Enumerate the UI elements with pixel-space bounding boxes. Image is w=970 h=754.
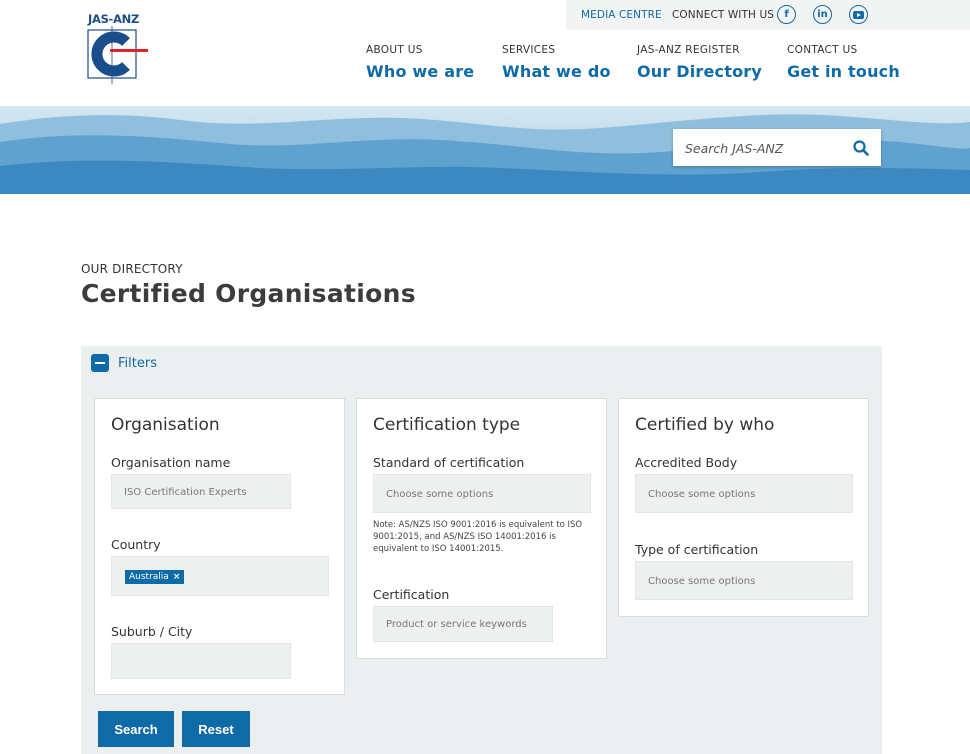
organisation-heading: Organisation [111, 415, 220, 435]
page-title: Certified Organisations [81, 279, 416, 308]
suburb-input[interactable] [111, 643, 291, 679]
facebook-glyph: f [784, 9, 789, 20]
suburb-label: Suburb / City [111, 624, 193, 639]
nav-big-label: Our Directory [637, 62, 763, 81]
reset-button[interactable]: Reset [182, 711, 250, 747]
remove-chip-icon[interactable]: × [173, 572, 181, 582]
nav-small-label: SERVICES [502, 44, 556, 56]
search-placeholder: Search JAS-ANZ [685, 141, 784, 156]
connect-with-us-label: CONNECT WITH US [672, 9, 774, 21]
youtube-play-icon [853, 10, 864, 19]
certification-placeholder: Product or service keywords [386, 619, 527, 630]
equivalence-note: Note: AS/NZS ISO 9001:2016 is equivalent… [373, 520, 583, 554]
linkedin-glyph: in [817, 9, 828, 20]
organisation-name-label: Organisation name [111, 455, 231, 470]
type-of-certification-label: Type of certification [635, 542, 759, 557]
utility-bar: MEDIA CENTRE CONNECT WITH US f in [566, 0, 970, 30]
filters-panel: Filters Organisation Organisation name I… [81, 346, 882, 754]
organisation-name-placeholder: ISO Certification Experts [124, 487, 247, 498]
type-of-certification-select[interactable]: Choose some options [635, 561, 853, 600]
nav-our-directory[interactable]: JAS-ANZ REGISTER Our Directory [637, 44, 762, 81]
standard-label: Standard of certification [373, 455, 525, 470]
certification-input[interactable]: Product or service keywords [373, 606, 553, 642]
country-select[interactable]: Australia × [111, 556, 329, 596]
collapse-minus-icon[interactable] [91, 354, 109, 372]
accredited-body-placeholder: Choose some options [648, 489, 756, 500]
nav-big-label: Get in touch [787, 62, 900, 81]
media-centre-link[interactable]: MEDIA CENTRE [581, 9, 662, 21]
organisation-card: Organisation Organisation name ISO Certi… [94, 398, 345, 695]
standard-select[interactable]: Choose some options [373, 474, 591, 513]
logo-text: JAS-ANZ [88, 12, 139, 26]
certified-by-card: Certified by who Accredited Body Choose … [618, 398, 869, 617]
site-search-input[interactable]: Search JAS-ANZ [673, 129, 881, 166]
nav-big-label: Who we are [366, 62, 475, 81]
page-eyebrow: OUR DIRECTORY [81, 262, 183, 276]
youtube-icon[interactable] [849, 5, 868, 24]
nav-small-label: ABOUT US [366, 44, 423, 56]
nav-what-we-do[interactable]: SERVICES What we do [502, 44, 611, 81]
nav-who-we-are[interactable]: ABOUT US Who we are [366, 44, 474, 81]
organisation-name-input[interactable]: ISO Certification Experts [111, 474, 291, 509]
country-label: Country [111, 537, 161, 552]
facebook-icon[interactable]: f [777, 5, 796, 24]
search-button[interactable]: Search [98, 711, 174, 747]
certification-label: Certification [373, 587, 450, 602]
country-chip: Australia × [125, 570, 185, 584]
accredited-body-select[interactable]: Choose some options [635, 474, 853, 513]
filters-toggle[interactable]: Filters [91, 354, 157, 372]
certification-type-card: Certification type Standard of certifica… [356, 398, 607, 659]
filters-label[interactable]: Filters [118, 356, 157, 371]
nav-get-in-touch[interactable]: CONTACT US Get in touch [787, 44, 900, 81]
search-icon[interactable] [853, 140, 869, 156]
nav-big-label: What we do [502, 62, 611, 81]
jas-anz-logo[interactable]: JAS-ANZ [82, 12, 152, 88]
accredited-body-label: Accredited Body [635, 455, 738, 470]
linkedin-icon[interactable]: in [813, 5, 832, 24]
country-chip-label: Australia [129, 572, 169, 582]
nav-small-label: JAS-ANZ REGISTER [637, 44, 740, 56]
certified-by-heading: Certified by who [635, 415, 775, 435]
nav-small-label: CONTACT US [787, 44, 858, 56]
standard-placeholder: Choose some options [386, 489, 494, 500]
certification-type-heading: Certification type [373, 415, 521, 435]
type-of-certification-placeholder: Choose some options [648, 576, 756, 587]
